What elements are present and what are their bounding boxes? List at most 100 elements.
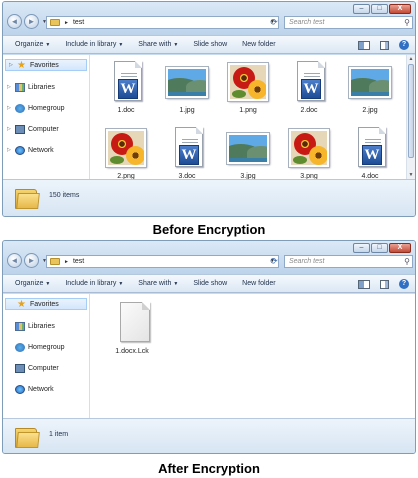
- breadcrumb-current[interactable]: test: [73, 19, 84, 26]
- folder-icon: [15, 187, 40, 209]
- file-item[interactable]: 1.jpg: [161, 59, 213, 114]
- nav-item-libraries[interactable]: Libraries: [3, 320, 89, 332]
- file-item[interactable]: W 2.doc: [283, 59, 335, 114]
- back-button[interactable]: ◄: [7, 14, 22, 29]
- refresh-icon[interactable]: ⟳: [268, 255, 280, 268]
- computer-icon: [15, 124, 25, 134]
- navigation-pane: ★ Favorites Libraries Homegroup Computer: [3, 294, 90, 418]
- close-button[interactable]: X: [389, 243, 411, 253]
- minimize-button[interactable]: –: [353, 4, 370, 14]
- close-button[interactable]: X: [389, 4, 411, 14]
- breadcrumb-current[interactable]: test: [73, 258, 84, 265]
- search-input[interactable]: Search test ⚲: [284, 255, 413, 268]
- expand-triangle-icon[interactable]: ▷: [7, 147, 12, 153]
- library-icon: [15, 82, 25, 92]
- nav-item-network[interactable]: ▷ Network: [3, 144, 89, 156]
- star-icon: ★: [17, 298, 26, 310]
- file-item[interactable]: 1.png: [222, 59, 274, 114]
- slide-show-button[interactable]: Slide show: [193, 280, 227, 287]
- search-input[interactable]: Search test ⚲: [284, 16, 413, 29]
- new-folder-button[interactable]: New folder: [242, 41, 275, 48]
- nav-item-network[interactable]: Network: [3, 383, 89, 395]
- file-item[interactable]: W 3.doc: [161, 125, 213, 180]
- back-button[interactable]: ◄: [7, 253, 22, 268]
- include-in-library-button[interactable]: Include in library ▼: [65, 280, 123, 287]
- help-icon[interactable]: ?: [399, 279, 409, 289]
- landscape-image-icon: [166, 67, 208, 98]
- expand-triangle-icon[interactable]: ▷: [7, 105, 12, 111]
- breadcrumb-separator-icon[interactable]: ►: [64, 259, 69, 265]
- address-bar[interactable]: ► test ▼: [46, 255, 279, 268]
- search-icon[interactable]: ⚲: [404, 17, 410, 28]
- change-view-icon[interactable]: [358, 279, 370, 289]
- document-icon: W: [358, 127, 386, 167]
- expand-triangle-icon[interactable]: ▷: [9, 62, 14, 68]
- caption-buttons: – □ X: [353, 243, 411, 253]
- organize-button[interactable]: Organize ▼: [15, 41, 50, 48]
- file-item[interactable]: 2.png: [100, 125, 152, 180]
- new-folder-button[interactable]: New folder: [242, 280, 275, 287]
- maximize-button[interactable]: □: [371, 4, 388, 14]
- address-bar[interactable]: ► test ▼: [46, 16, 279, 29]
- folder-icon: [15, 426, 40, 448]
- star-icon: ★: [17, 59, 26, 71]
- heading-before: Before Encryption: [152, 222, 266, 237]
- file-item[interactable]: W 1.doc: [100, 59, 152, 114]
- nav-item-computer[interactable]: Computer: [3, 362, 89, 374]
- nav-item-libraries[interactable]: ▷ Libraries: [3, 81, 89, 93]
- breadcrumb-separator-icon[interactable]: ►: [64, 20, 69, 26]
- forward-button[interactable]: ►: [24, 14, 39, 29]
- nav-item-homegroup[interactable]: Homegroup: [3, 341, 89, 353]
- scroll-up-icon[interactable]: ▲: [407, 55, 415, 63]
- file-item[interactable]: 2.jpg: [344, 59, 396, 114]
- nav-item-computer[interactable]: ▷ Computer: [3, 123, 89, 135]
- item-count: 1 item: [49, 431, 69, 438]
- preview-pane-icon[interactable]: [380, 279, 389, 289]
- explorer-body: ★ Favorites Libraries Homegroup Computer: [3, 294, 415, 418]
- folder-icon: [50, 258, 60, 265]
- file-item[interactable]: 3.jpg: [222, 125, 274, 180]
- organize-button[interactable]: Organize ▼: [15, 280, 50, 287]
- item-count: 150 items: [49, 192, 80, 199]
- file-item[interactable]: W 4.doc: [344, 125, 396, 180]
- command-bar: Organize ▼ Include in library ▼ Share with…: [3, 35, 415, 54]
- refresh-icon[interactable]: ⟳: [268, 16, 280, 29]
- search-icon[interactable]: ⚲: [404, 256, 410, 267]
- nav-item-homegroup[interactable]: ▷ Homegroup: [3, 102, 89, 114]
- share-with-button[interactable]: Share with ▼: [138, 41, 178, 48]
- include-in-library-button[interactable]: Include in library ▼: [65, 41, 123, 48]
- scroll-down-icon[interactable]: ▼: [407, 171, 415, 179]
- landscape-image-icon: [349, 67, 391, 98]
- nav-item-favorites[interactable]: ★ Favorites: [5, 298, 87, 310]
- file-item[interactable]: 3.png: [283, 125, 335, 180]
- file-item[interactable]: 1.docx.Lck: [104, 300, 160, 355]
- details-pane: 1 item: [3, 418, 415, 453]
- nav-buttons: ◄ ► ▼: [7, 253, 47, 268]
- file-name: 2.jpg: [362, 107, 378, 114]
- preview-pane-icon[interactable]: [380, 40, 389, 50]
- library-icon: [15, 321, 25, 331]
- word-icon: W: [179, 145, 199, 165]
- nav-buttons: ◄ ► ▼: [7, 14, 47, 29]
- expand-triangle-icon[interactable]: ▷: [7, 126, 12, 132]
- homegroup-icon: [15, 342, 25, 352]
- word-icon: W: [362, 145, 382, 165]
- nav-label: Favorites: [30, 61, 59, 69]
- change-view-icon[interactable]: [358, 40, 370, 50]
- scroll-thumb[interactable]: [408, 64, 414, 158]
- nav-label: Homegroup: [28, 104, 65, 112]
- maximize-button[interactable]: □: [371, 243, 388, 253]
- share-with-button[interactable]: Share with ▼: [138, 280, 178, 287]
- help-icon[interactable]: ?: [399, 40, 409, 50]
- word-icon: W: [301, 79, 321, 99]
- nav-label: Network: [28, 385, 54, 393]
- expand-triangle-icon[interactable]: ▷: [7, 84, 12, 90]
- view-controls: ?: [358, 40, 409, 50]
- vertical-scrollbar[interactable]: ▲ ▼: [406, 55, 415, 179]
- file-name: 1.jpg: [179, 107, 195, 114]
- slide-show-button[interactable]: Slide show: [193, 41, 227, 48]
- forward-button[interactable]: ►: [24, 253, 39, 268]
- homegroup-icon: [15, 103, 25, 113]
- nav-item-favorites[interactable]: ▷ ★ Favorites: [5, 59, 87, 71]
- minimize-button[interactable]: –: [353, 243, 370, 253]
